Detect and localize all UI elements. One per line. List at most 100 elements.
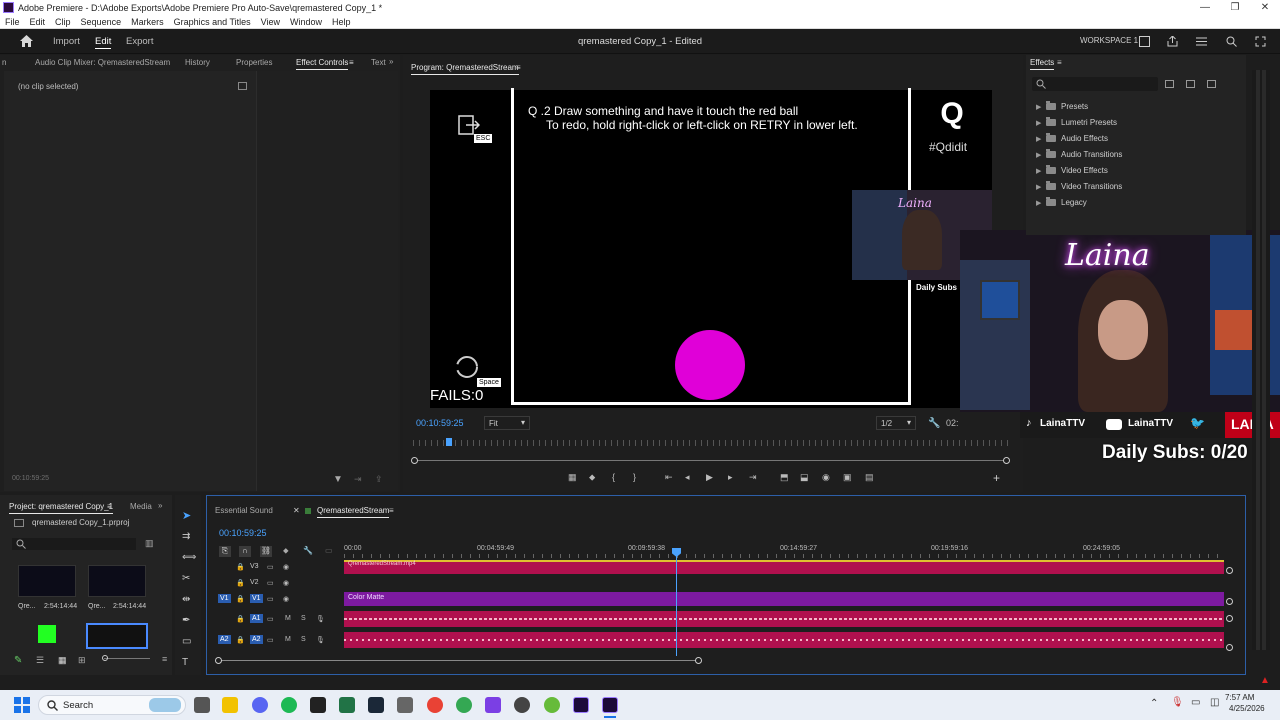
taskbar-search[interactable]: Search	[38, 695, 186, 715]
timeline-menu-icon[interactable]: ≡	[389, 506, 394, 515]
menu-help[interactable]: Help	[327, 17, 356, 27]
sync-lock-icon[interactable]: ▭	[267, 579, 274, 587]
tab-history[interactable]: History	[185, 58, 210, 67]
clip-a2[interactable]	[344, 632, 1224, 648]
nest-toggle-icon[interactable]: ⎘	[219, 546, 231, 557]
sync-lock-icon[interactable]: ▭	[267, 595, 274, 603]
mark-out-icon[interactable]: }	[633, 472, 636, 482]
slip-tool-icon[interactable]: ⇹	[182, 594, 190, 605]
filter-icon[interactable]: ▼	[333, 474, 343, 485]
timeline-ruler[interactable]: 00:00 00:04:59:49 00:09:59:38 00:14:59:2…	[344, 544, 1224, 558]
lock-icon[interactable]: 🔒	[236, 579, 245, 587]
tab-properties[interactable]: Properties	[236, 58, 272, 67]
scroll-handle-right[interactable]	[695, 657, 702, 664]
yuv-icon[interactable]	[1207, 80, 1216, 88]
premiere-active-icon[interactable]	[602, 697, 618, 713]
source-v1-patch[interactable]: V1	[218, 594, 231, 603]
pencil-icon[interactable]: ✎	[14, 655, 22, 666]
sync-lock-icon[interactable]: ▭	[267, 615, 274, 623]
workspace-label[interactable]: WORKSPACE 1	[1080, 36, 1138, 45]
track-label-v3[interactable]: V3	[250, 563, 259, 570]
mute-button[interactable]: M	[285, 615, 291, 622]
file-explorer-icon[interactable]	[222, 697, 238, 713]
tab-essential-sound[interactable]: Essential Sound	[215, 506, 273, 515]
thumb-1[interactable]	[18, 565, 76, 597]
add-marker-icon[interactable]: ⬥	[283, 546, 289, 556]
clip-a1[interactable]	[344, 611, 1224, 627]
text-tool-icon[interactable]: T	[182, 657, 188, 668]
steam-icon[interactable]	[368, 697, 384, 713]
pen-tool-icon[interactable]: ✒	[182, 615, 190, 626]
monitor-zoom-bar[interactable]	[414, 460, 1008, 461]
panel-menu-icon[interactable]: ≡	[162, 654, 167, 664]
effects-item-audio-transitions[interactable]: ▶ Audio Transitions	[1036, 149, 1122, 159]
extract-edit-icon[interactable]: ⬓	[800, 472, 809, 483]
timeline-settings-icon[interactable]: 🔧	[303, 546, 313, 555]
lock-icon[interactable]: 🔒	[236, 595, 245, 603]
premiere-icon[interactable]	[573, 697, 589, 713]
lock-icon[interactable]: 🔒	[236, 615, 245, 623]
zoom-handle-left[interactable]	[411, 457, 418, 464]
track-select-tool-icon[interactable]: ⇉	[182, 531, 190, 542]
share-icon[interactable]	[1167, 36, 1178, 47]
search-icon[interactable]	[1226, 36, 1237, 47]
close-button[interactable]: ✕	[1250, 0, 1280, 15]
discord-icon[interactable]	[252, 697, 268, 713]
effects-item-legacy[interactable]: ▶ Legacy	[1036, 197, 1087, 207]
menu-markers[interactable]: Markers	[126, 17, 169, 27]
program-menu-icon[interactable]: ≡	[516, 63, 521, 72]
eye-icon[interactable]: ◉	[283, 563, 289, 571]
effects-item-lumetri[interactable]: ▶ Lumetri Presets	[1036, 117, 1117, 127]
clip-v3[interactable]: QremasteredStream.mp4	[344, 561, 1224, 574]
resolution-select[interactable]: 1/2 ▾	[876, 416, 916, 430]
mic-icon[interactable]: 🎙	[316, 636, 325, 644]
chrome-icon[interactable]	[427, 697, 443, 713]
add-button-icon[interactable]: +	[993, 471, 1000, 485]
panel-toggle-icon[interactable]	[238, 82, 247, 90]
tray-chevron-icon[interactable]: ⌃	[1150, 698, 1158, 709]
menu-edit[interactable]: Edit	[25, 17, 51, 27]
effects-search-input[interactable]	[1032, 77, 1158, 91]
scroll-handle-left[interactable]	[215, 657, 222, 664]
maximize-button[interactable]: ❐	[1220, 0, 1250, 15]
extract-icon[interactable]: ▦	[568, 472, 577, 483]
mark-in-icon[interactable]: {	[612, 472, 615, 482]
display-tray-icon[interactable]: ▭	[1191, 697, 1200, 708]
sync-lock-icon[interactable]: ▭	[267, 636, 274, 644]
thumb-2[interactable]	[88, 565, 146, 597]
clip-v1-color-matte[interactable]: Color Matte	[344, 592, 1224, 606]
go-to-in-icon[interactable]: ⇤	[665, 472, 673, 483]
wrench-icon[interactable]: 🔧	[928, 418, 940, 429]
mic-icon[interactable]: 🎙	[316, 615, 325, 623]
sequence-thumb-selected[interactable]	[86, 623, 148, 649]
menu-sequence[interactable]: Sequence	[76, 17, 127, 27]
eye-icon[interactable]: ◉	[283, 579, 289, 587]
export-frame-icon[interactable]: ⇥	[354, 474, 362, 485]
track-scroll-a2[interactable]	[1226, 644, 1233, 651]
compare-icon[interactable]: ▣	[843, 472, 852, 483]
32bit-icon[interactable]	[1186, 80, 1195, 88]
minimize-button[interactable]: —	[1190, 0, 1220, 15]
color-matte-thumb[interactable]	[38, 625, 56, 643]
menu-icon[interactable]	[1196, 36, 1207, 47]
fit-select[interactable]: Fit ▾	[484, 416, 530, 430]
green-app-icon[interactable]	[544, 697, 560, 713]
track-label-a2[interactable]: A2	[250, 635, 263, 644]
monitor-playhead[interactable]	[446, 438, 452, 446]
project-search-input[interactable]	[12, 538, 136, 550]
panel-overflow-icon[interactable]: »	[389, 57, 393, 66]
source-a2-patch[interactable]: A2	[218, 635, 231, 644]
accelerated-icon[interactable]	[1165, 80, 1174, 88]
track-label-v2[interactable]: V2	[250, 579, 259, 586]
mute-button[interactable]: M	[285, 636, 291, 643]
tab-source-partial[interactable]: n	[2, 58, 6, 67]
effects-menu-icon[interactable]: ≡	[1057, 58, 1062, 67]
marker-icon[interactable]: ⬥	[589, 472, 595, 483]
step-back-icon[interactable]: ◂	[685, 472, 690, 483]
snap-icon[interactable]: ∩	[239, 546, 251, 557]
settings-icon[interactable]: ▤	[865, 472, 874, 483]
new-bin-icon[interactable]: ▥	[145, 538, 154, 549]
app-icon-generic[interactable]	[397, 697, 413, 713]
project-menu-icon[interactable]: ≡	[107, 502, 112, 511]
timeline-scrollbar[interactable]	[218, 660, 698, 661]
